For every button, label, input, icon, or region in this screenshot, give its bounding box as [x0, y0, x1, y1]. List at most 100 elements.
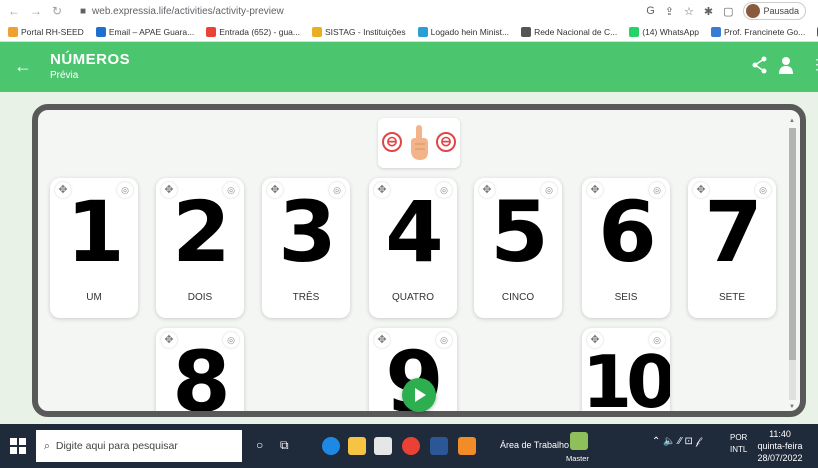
scroll-thumb[interactable] — [789, 128, 796, 360]
chrome-icon[interactable] — [402, 437, 420, 455]
profile-label: Pausada — [763, 6, 799, 16]
move-handle-icon[interactable]: ✥ — [479, 182, 495, 198]
bookmark-favicon-icon — [417, 26, 428, 37]
number-card[interactable]: 10 ✥ ◎ — [582, 328, 670, 411]
number-card[interactable]: 1 ✥ ◎ UM — [50, 178, 138, 318]
move-handle-icon[interactable]: ✥ — [374, 182, 390, 198]
user-icon[interactable] — [778, 56, 794, 74]
number-card[interactable]: 2 ✥ ◎ DOIS — [156, 178, 244, 318]
hide-eye-icon[interactable]: ◎ — [436, 182, 452, 198]
bookmark-favicon-icon — [8, 26, 18, 37]
bookmark-favicon-icon — [521, 26, 532, 37]
bookmark-item[interactable]: SISTAG - Instituições — [311, 26, 406, 37]
word-icon[interactable] — [430, 437, 448, 455]
share-icon[interactable] — [752, 56, 768, 74]
avatar — [746, 4, 761, 18]
bookmark-favicon-icon — [95, 26, 106, 37]
hide-eye-icon[interactable]: ◎ — [541, 182, 557, 198]
more-options-icon[interactable]: ⋮ — [810, 56, 818, 73]
move-handle-icon[interactable]: ✥ — [587, 182, 603, 198]
bookmark-item[interactable]: Entrada (652) - gua... — [206, 26, 300, 37]
minus-left-button[interactable]: ⊖ — [382, 132, 402, 152]
search-placeholder: Digite aqui para pesquisar — [55, 440, 178, 452]
bookmark-favicon-icon — [311, 26, 322, 37]
hide-eye-icon[interactable]: ◎ — [117, 182, 133, 198]
move-handle-icon[interactable]: ✥ — [587, 332, 603, 348]
move-handle-icon[interactable]: ✥ — [693, 182, 709, 198]
browser-toolbar: ← → ↻ ■ web.expressia.life/activities/ac… — [0, 0, 818, 22]
notepad-icon[interactable] — [374, 437, 392, 455]
master-label[interactable]: Master — [566, 454, 589, 463]
bookmark-item[interactable]: Prof. Francinete Go... — [710, 26, 806, 37]
scroll-up-icon[interactable]: ▲ — [789, 118, 795, 124]
clock-time: 11:40 — [769, 429, 791, 439]
back-icon[interactable]: ← — [14, 56, 34, 76]
back-arrow-icon[interactable]: ← — [8, 4, 20, 18]
move-handle-icon[interactable]: ✥ — [55, 182, 71, 198]
windows-start-icon[interactable] — [10, 438, 26, 454]
page-title: NÚMEROS — [50, 51, 131, 68]
bookmark-item[interactable]: (14) WhatsApp — [629, 26, 699, 37]
hide-eye-icon[interactable]: ◎ — [436, 332, 452, 348]
file-explorer-icon[interactable] — [348, 437, 366, 455]
bookmark-favicon-icon — [710, 26, 721, 37]
taskbar: ⌕ Digite aqui para pesquisar ○ ⧉ Área de… — [0, 424, 818, 468]
hide-eye-icon[interactable]: ◎ — [649, 182, 665, 198]
bookmark-favicon-icon — [206, 26, 217, 37]
google-icon[interactable]: G — [646, 5, 655, 17]
page-subtitle: Prévia — [50, 70, 79, 81]
bookmark-label: Entrada (652) - gua... — [219, 26, 300, 37]
bookmark-label: Rede Nacional de C... — [534, 26, 618, 37]
play-button[interactable] — [402, 378, 436, 412]
move-handle-icon[interactable]: ✥ — [267, 182, 283, 198]
desktop-label[interactable]: Área de Trabalho — [500, 440, 569, 450]
scroll-down-icon[interactable]: ▼ — [789, 404, 795, 410]
task-view-icon[interactable]: ⧉ — [280, 438, 289, 453]
number-card[interactable]: 7 ✥ ◎ SETE — [688, 178, 776, 318]
screen: ← → ↻ ■ web.expressia.life/activities/ac… — [0, 0, 818, 468]
number-card[interactable]: 6 ✥ ◎ SEIS — [582, 178, 670, 318]
move-handle-icon[interactable]: ✥ — [161, 182, 177, 198]
language-indicator[interactable]: POR INTL — [730, 432, 747, 456]
clock[interactable]: 11:40 quinta-feira 28/07/2022 — [756, 428, 804, 464]
card-label: TRÊS — [292, 292, 320, 303]
share-page-icon[interactable]: ⇪ — [665, 5, 674, 18]
forward-arrow-icon[interactable]: → — [30, 4, 42, 18]
bookmark-label: Prof. Francinete Go... — [723, 26, 806, 37]
bookmark-star-icon[interactable]: ☆ — [684, 5, 694, 18]
move-handle-icon[interactable]: ✥ — [374, 332, 390, 348]
lock-icon: ■ — [80, 5, 87, 17]
clock-date: 28/07/2022 — [757, 453, 803, 463]
bookmark-item[interactable]: Rede Nacional de C... — [521, 26, 618, 37]
reload-icon[interactable]: ↻ — [52, 4, 62, 18]
move-handle-icon[interactable]: ✥ — [161, 332, 177, 348]
hide-eye-icon[interactable]: ◎ — [223, 182, 239, 198]
hide-eye-icon[interactable]: ◎ — [755, 182, 771, 198]
edge-icon[interactable] — [322, 437, 340, 455]
number-card[interactable]: 4 ✥ ◎ QUATRO — [369, 178, 457, 318]
window-icon[interactable]: ▢ — [723, 5, 733, 18]
taskbar-search[interactable]: ⌕ Digite aqui para pesquisar — [36, 430, 242, 462]
hide-eye-icon[interactable]: ◎ — [649, 332, 665, 348]
number-card[interactable]: 8 ✥ ◎ — [156, 328, 244, 411]
number-card[interactable]: 5 ✥ ◎ CINCO — [474, 178, 562, 318]
master-folder-icon[interactable] — [570, 432, 588, 450]
url-text: web.expressia.life/activities/activity-p… — [92, 5, 284, 17]
minus-right-button[interactable]: ⊖ — [436, 132, 456, 152]
system-tray[interactable]: ⌃ 🔈 ⁄⁄ ⊡ 𝒻 — [652, 436, 700, 447]
number-card[interactable]: 3 ✥ ◎ TRÊS — [262, 178, 350, 318]
bookmark-item[interactable]: Portal RH-SEED — [8, 26, 84, 37]
bookmark-item[interactable]: Logado hein Minist... — [417, 26, 509, 37]
address-bar[interactable]: ■ web.expressia.life/activities/activity… — [80, 6, 646, 17]
extensions-icon[interactable]: ✱ — [704, 5, 713, 18]
scrollbar[interactable]: ▲ ▼ — [789, 118, 796, 410]
hide-eye-icon[interactable]: ◎ — [223, 332, 239, 348]
bookmark-item[interactable]: Email – APAE Guara... — [95, 26, 195, 37]
bookmark-label: Email – APAE Guara... — [108, 26, 195, 37]
app-icon[interactable] — [458, 437, 476, 455]
profile-button[interactable]: Pausada — [743, 2, 806, 20]
lang-top: POR — [730, 433, 748, 442]
bookmark-label: SISTAG - Instituições — [324, 26, 406, 37]
hide-eye-icon[interactable]: ◎ — [329, 182, 345, 198]
cortana-icon[interactable]: ○ — [256, 438, 263, 452]
